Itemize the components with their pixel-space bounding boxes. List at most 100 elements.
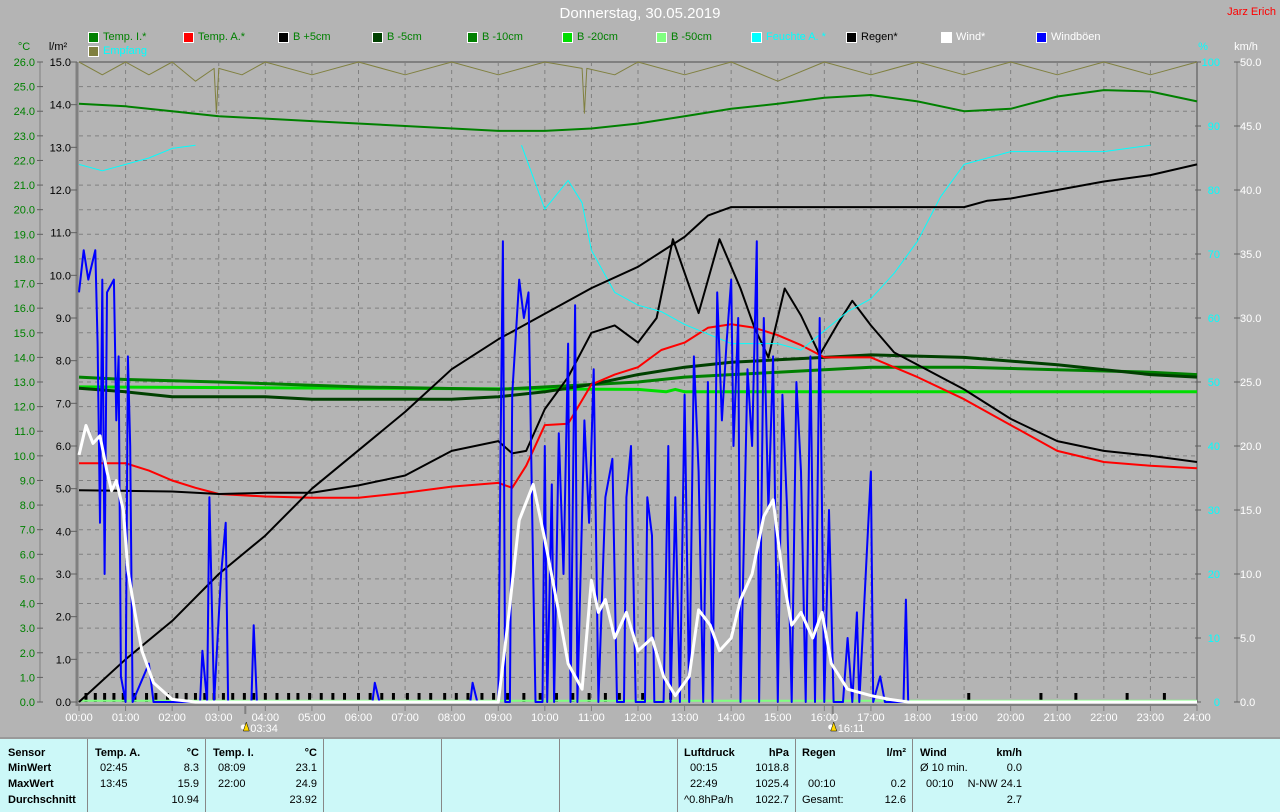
x-tick-label: 22:00 [1090, 712, 1118, 724]
wind-axis-tick-label: 35.0 [1240, 249, 1261, 261]
temp-i-max: 24.9 [295, 778, 317, 790]
rain-max-time: 00:10 [808, 778, 836, 790]
wind-avg-label: Ø 10 min. [920, 762, 968, 774]
pressure-max: 1025.4 [755, 778, 789, 790]
wind-axis-unit: km/h [1234, 41, 1258, 53]
rain-axis-tick-label: 3.0 [56, 569, 71, 581]
temp-a-header: Temp. A. [95, 747, 141, 759]
wind-axis-tick-label: 5.0 [1240, 633, 1255, 645]
x-tick-label: 23:00 [1137, 712, 1165, 724]
x-tick-label: 19:00 [950, 712, 978, 724]
temp-i-unit: °C [304, 747, 317, 759]
x-tick-label: 13:00 [671, 712, 699, 724]
wind-max-time: 00:10 [926, 778, 954, 790]
humidity-axis-unit: % [1198, 41, 1208, 53]
temp-axis-tick-label: 10.0 [14, 451, 35, 463]
temp-axis-tick-label: 17.0 [14, 279, 35, 291]
rain-axis-tick-label: 7.0 [56, 398, 71, 410]
wind-axis-tick-label: 25.0 [1240, 377, 1261, 389]
humidity-axis-tick-label: 50 [1208, 377, 1220, 389]
temp-axis-tick-label: 23.0 [14, 131, 35, 143]
row-label-min: MinWert [8, 762, 52, 774]
row-label-max: MaxWert [8, 778, 54, 790]
humidity-axis-tick-label: 80 [1208, 185, 1220, 197]
x-tick-label: 08:00 [438, 712, 466, 724]
rain-axis-tick-label: 1.0 [56, 654, 71, 666]
temp-i-header: Temp. I. [213, 747, 254, 759]
pressure-trend: ^0.8hPa/h [684, 794, 734, 806]
x-tick-label: 24:00 [1183, 712, 1211, 724]
temp-axis-tick-label: 9.0 [20, 475, 35, 487]
temp-axis-tick-label: 25.0 [14, 82, 35, 94]
rain-axis-unit: l/m² [49, 41, 68, 53]
temp-axis-tick-label: 13.0 [14, 377, 35, 389]
x-tick-label: 03:00 [205, 712, 233, 724]
temp-axis-tick-label: 4.0 [20, 599, 35, 611]
x-tick-label: 12:00 [624, 712, 652, 724]
rain-axis-tick-label: 15.0 [50, 57, 71, 69]
temp-axis-tick-label: 21.0 [14, 180, 35, 192]
wind-axis-tick-label: 15.0 [1240, 505, 1261, 517]
rain-axis-tick-label: 6.0 [56, 441, 71, 453]
wind-axis-tick-label: 20.0 [1240, 441, 1261, 453]
temp-i-max-time: 22:00 [218, 778, 246, 790]
sun-marker-label: 03:34 [250, 723, 278, 735]
temp-a-min: 8.3 [183, 762, 199, 774]
wind-axis-tick-label: 40.0 [1240, 185, 1261, 197]
temp-i-min: 23.1 [295, 762, 317, 774]
x-tick-label: 15:00 [764, 712, 792, 724]
temp-axis-tick-label: 8.0 [20, 500, 35, 512]
x-tick-label: 10:00 [531, 712, 559, 724]
x-tick-label: 05:00 [298, 712, 326, 724]
x-tick-label: 00:00 [65, 712, 93, 724]
temp-a-column: Temp. A. °C 02:45 8.3 13:45 15.9 10.94 [88, 739, 206, 812]
humidity-axis-tick-label: 70 [1208, 249, 1220, 261]
temp-axis-tick-label: 11.0 [14, 426, 35, 438]
wind-axis-tick-label: 10.0 [1240, 569, 1261, 581]
rain-axis-tick-label: 13.0 [50, 142, 71, 154]
temp-axis-tick-label: 12.0 [14, 402, 35, 414]
pressure-header: Luftdruck [684, 747, 735, 759]
wind-axis-tick-label: 50.0 [1240, 57, 1261, 69]
pressure-min-time: 00:15 [690, 762, 718, 774]
row-label-avg: Durchschnitt [8, 794, 76, 806]
x-tick-label: 07:00 [391, 712, 419, 724]
temp-axis-tick-label: 3.0 [20, 623, 35, 635]
rain-axis-tick-label: 10.0 [50, 270, 71, 282]
rain-total: 12.6 [884, 794, 906, 806]
x-tick-label: 11:00 [578, 712, 605, 724]
rain-column: Regen l/m² 00:10 0.2 Gesamt: 12.6 [796, 739, 913, 812]
pressure-max-time: 22:49 [690, 778, 718, 790]
humidity-axis-tick-label: 0 [1214, 697, 1220, 709]
x-tick-label: 20:00 [997, 712, 1025, 724]
rain-header: Regen [802, 747, 836, 759]
sensor-header: Sensor [8, 747, 46, 759]
humidity-axis-tick-label: 10 [1208, 633, 1220, 645]
pressure-current: 1022.7 [755, 794, 789, 806]
temp-axis-tick-label: 19.0 [14, 229, 35, 241]
humidity-axis-tick-label: 20 [1208, 569, 1220, 581]
wind-column: Wind km/h Ø 10 min. 0.0 00:10 N-NW 24.1 … [913, 739, 1028, 812]
sun-marker-label: 16:11 [838, 723, 865, 735]
rain-axis-tick-label: 4.0 [56, 526, 71, 538]
wind-max: N-NW 24.1 [967, 778, 1022, 790]
temp-axis-tick-label: 6.0 [20, 549, 35, 561]
temp-axis-tick-label: 20.0 [14, 205, 35, 217]
temp-axis-tick-label: 5.0 [20, 574, 35, 586]
temp-axis-tick-label: 16.0 [14, 303, 35, 315]
rain-axis-tick-label: 12.0 [50, 185, 71, 197]
x-tick-label: 21:00 [1043, 712, 1071, 724]
humidity-axis-tick-label: 60 [1208, 313, 1220, 325]
temp-axis-tick-label: 7.0 [20, 525, 35, 537]
rain-axis-tick-label: 0.0 [56, 697, 71, 709]
humidity-axis-tick-label: 100 [1202, 57, 1220, 69]
wind-unit: km/h [996, 747, 1022, 759]
rain-axis-tick-label: 5.0 [56, 484, 71, 496]
temp-a-min-time: 02:45 [100, 762, 128, 774]
temp-a-avg: 10.94 [171, 794, 199, 806]
x-tick-label: 18:00 [904, 712, 932, 724]
empty-column [324, 739, 442, 812]
x-tick-label: 06:00 [345, 712, 373, 724]
wind-mean: 2.7 [1006, 794, 1022, 806]
wind-avg: 0.0 [1006, 762, 1022, 774]
